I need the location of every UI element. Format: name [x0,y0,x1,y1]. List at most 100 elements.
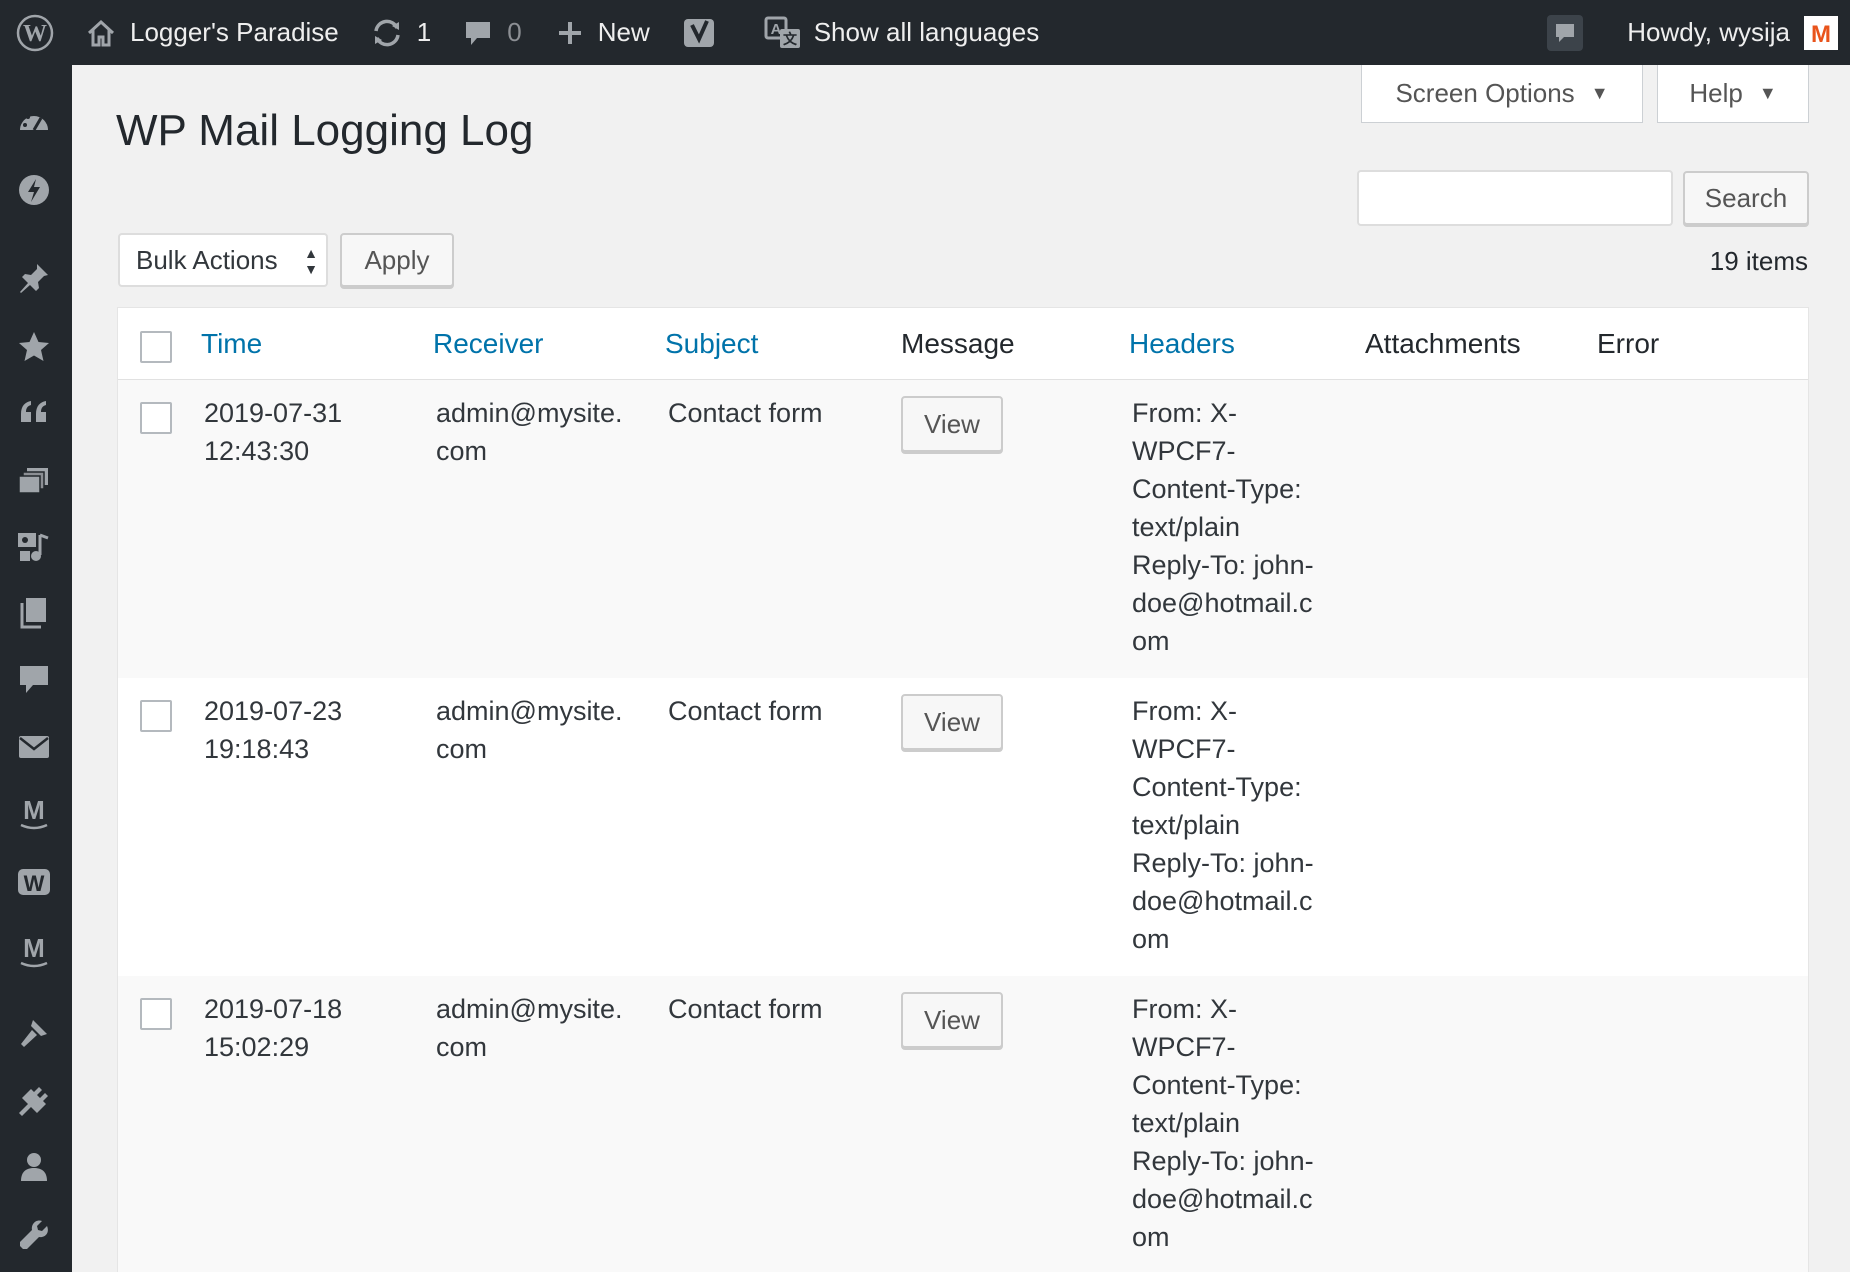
avatar: M [1804,15,1838,50]
svg-text:W: W [23,21,47,47]
updates-icon [371,18,403,48]
search-input[interactable] [1357,170,1673,226]
select-all-checkbox[interactable] [140,331,172,363]
time-cell: 2019-07-31 12:43:30 [204,394,342,470]
time-text: 15:02:29 [204,1032,310,1062]
table-row: 2019-07-23 19:18:43 admin@mysite. com Co… [118,678,1808,976]
page-title: WP Mail Logging Log [116,106,534,155]
yoast-seo-icon[interactable] [682,0,718,65]
time-cell: 2019-07-18 15:02:29 [204,990,342,1066]
receiver-line-2: com [436,1032,488,1062]
date-text: 2019-07-18 [204,994,343,1024]
receiver-line-2: com [436,734,488,764]
receiver-line-2: com [436,436,488,466]
translate-icon: A文 [764,16,802,50]
receiver-cell: admin@mysite. com [436,692,622,768]
new-content-link[interactable]: New [556,0,650,65]
comments-icon[interactable] [14,660,54,700]
admin-bar: W Logger's Paradise 1 0 New A 文 Show all… [0,0,1850,65]
table-row: 2019-07-18 15:02:29 admin@mysite. com Co… [118,976,1808,1272]
appearance-icon[interactable] [14,1013,54,1053]
help-button[interactable]: Help ▼ [1657,65,1809,123]
posts-pin-icon[interactable] [14,258,54,298]
dashboard-icon[interactable] [14,103,54,143]
column-headers-header[interactable]: Headers [1129,328,1235,360]
media-icon[interactable] [14,527,54,567]
row-checkbox[interactable] [140,402,172,434]
date-text: 2019-07-31 [204,398,343,428]
quotes-icon[interactable] [14,393,54,433]
svg-text:W: W [24,871,45,896]
users-icon[interactable] [14,1147,54,1187]
svg-text:文: 文 [783,31,798,47]
subject-cell: Contact form [668,994,823,1024]
svg-text:A: A [770,21,781,38]
receiver-line-1: admin@mysite. [436,696,623,726]
notifications-icon[interactable] [1545,0,1585,65]
new-label: New [597,17,650,47]
time-text: 12:43:30 [204,436,310,466]
help-label: Help [1689,78,1743,108]
svg-text:M: M [23,933,45,963]
subject-cell: Contact form [668,398,823,428]
mailpoet-alt-icon[interactable]: M [14,931,54,971]
tools-icon[interactable] [14,1215,54,1255]
dropdown-triangle-icon: ▼ [1758,83,1777,103]
howdy-text: Howdy, wysija [1627,17,1790,47]
column-receiver-header[interactable]: Receiver [433,328,543,360]
time-text: 19:18:43 [204,734,310,764]
column-attachments-header: Attachments [1365,328,1521,359]
receiver-line-1: admin@mysite. [436,994,623,1024]
column-subject-header[interactable]: Subject [665,328,758,360]
languages-link[interactable]: A文 Show all languages [764,0,1040,65]
time-cell: 2019-07-23 19:18:43 [204,692,342,768]
comments-count: 0 [507,17,522,47]
home-icon [86,18,116,48]
account-menu[interactable]: Howdy, wysija M [1627,0,1838,65]
pages-icon[interactable] [14,593,54,633]
row-checkbox[interactable] [140,998,172,1030]
select-arrows-icon: ▲ ▼ [304,245,318,277]
apply-button[interactable]: Apply [340,233,454,287]
column-message-header: Message [901,328,1015,359]
mail-log-table: Time Receiver Subject Message Headers At… [117,307,1809,1272]
star-icon[interactable] [14,327,54,367]
admin-sidebar: M W M [0,65,72,1272]
bulk-actions-label: Bulk Actions [136,244,278,275]
comment-bubble-icon [463,18,493,48]
gallery-icon[interactable] [14,461,54,501]
svg-text:M: M [1811,21,1831,48]
column-error-header: Error [1597,328,1660,359]
date-text: 2019-07-23 [204,696,343,726]
plus-icon [556,19,584,47]
screen-options-button[interactable]: Screen Options ▼ [1361,65,1643,123]
view-message-button[interactable]: View [901,396,1003,452]
site-name-link[interactable]: Logger's Paradise [86,0,339,65]
activity-icon[interactable] [14,170,54,210]
woocommerce-icon[interactable]: W [14,863,54,903]
languages-label: Show all languages [813,17,1040,47]
plugins-icon[interactable] [14,1081,54,1121]
wordpress-logo-icon[interactable]: W [0,0,70,65]
items-count: 19 items [1709,246,1808,276]
comments-link[interactable]: 0 [463,0,522,65]
receiver-cell: admin@mysite. com [436,990,622,1066]
view-message-button[interactable]: View [901,992,1003,1048]
updates-link[interactable]: 1 [371,0,431,65]
row-checkbox[interactable] [140,700,172,732]
table-row: 2019-07-31 12:43:30 admin@mysite. com Co… [118,380,1808,678]
column-time-header[interactable]: Time [201,328,262,360]
svg-text:M: M [23,795,45,825]
search-button[interactable]: Search [1683,171,1809,225]
headers-cell: From: X- WPCF7- Content-Type: text/plain… [1132,696,1314,954]
updates-count: 1 [416,17,432,47]
screen-options-label: Screen Options [1395,78,1575,108]
mail-icon[interactable] [14,727,54,767]
mailpoet-icon[interactable]: M [14,793,54,833]
view-message-button[interactable]: View [901,694,1003,750]
dropdown-triangle-icon: ▼ [1590,83,1609,103]
site-name: Logger's Paradise [130,17,339,47]
bulk-actions-select[interactable]: Bulk Actions ▲ ▼ [118,233,328,287]
subject-cell: Contact form [668,696,823,726]
headers-cell: From: X- WPCF7- Content-Type: text/plain… [1132,994,1314,1252]
